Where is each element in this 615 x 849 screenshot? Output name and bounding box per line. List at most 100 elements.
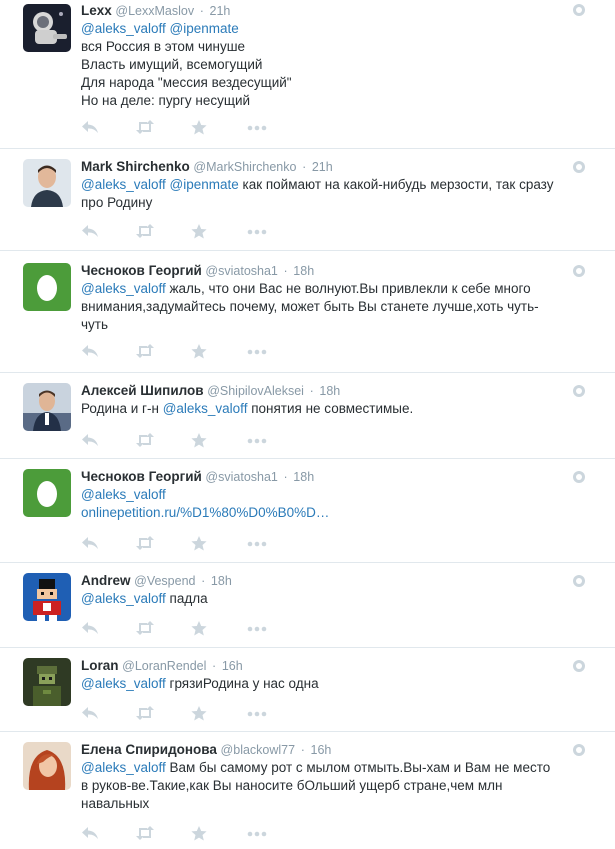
dismiss-icon[interactable] (573, 575, 585, 587)
separator: · (283, 264, 288, 278)
tweet[interactable]: Lexx @LexxMaslov · 21h @aleks_valoff @ip… (0, 0, 615, 149)
author-handle[interactable]: @ShipilovAleksei (207, 384, 304, 398)
text-line: чуть (81, 317, 108, 332)
author-handle[interactable]: @sviatosha1 (205, 264, 277, 278)
text-line: Для народа "мессия вездесущий" (81, 75, 292, 90)
avatar[interactable] (23, 469, 71, 517)
mention[interactable]: @aleks_valoff @ipenmate (81, 177, 239, 192)
favorite-icon[interactable] (191, 826, 211, 842)
avatar[interactable] (23, 742, 71, 790)
dismiss-icon[interactable] (573, 4, 585, 16)
avatar[interactable] (23, 658, 71, 706)
timestamp[interactable]: 16h (222, 659, 243, 673)
reply-icon[interactable] (81, 344, 101, 360)
reply-icon[interactable] (81, 826, 101, 842)
avatar[interactable] (23, 263, 71, 311)
timestamp[interactable]: 18h (293, 470, 314, 484)
reply-icon[interactable] (81, 706, 101, 722)
favorite-icon[interactable] (191, 120, 211, 136)
favorite-icon[interactable] (191, 536, 211, 552)
text-inline: падла (165, 591, 208, 606)
retweet-icon[interactable] (135, 224, 155, 240)
dismiss-icon[interactable] (573, 471, 585, 483)
timestamp[interactable]: 21h (210, 4, 231, 18)
dismiss-icon[interactable] (573, 265, 585, 277)
retweet-icon[interactable] (135, 344, 155, 360)
tweet[interactable]: Елена Спиридонова @blackowl77 · 16h @ale… (0, 732, 615, 849)
mention[interactable]: @aleks_valoff @ipenmate (81, 21, 239, 36)
author-handle[interactable]: @Vespend (134, 574, 195, 588)
retweet-icon[interactable] (135, 706, 155, 722)
text-line: внимания,задумайтесь почему, может быть … (81, 299, 539, 314)
more-icon[interactable] (247, 826, 267, 842)
timestamp[interactable]: 21h (312, 160, 333, 174)
tweet[interactable]: Чесноков Георгий @sviatosha1 · 18h @alek… (0, 459, 615, 563)
favorite-icon[interactable] (191, 344, 211, 360)
author-handle[interactable]: @MarkShirchenko (193, 160, 296, 174)
timestamp[interactable]: 16h (311, 743, 332, 757)
author-name[interactable]: Andrew (81, 573, 131, 588)
timestamp[interactable]: 18h (293, 264, 314, 278)
text-line: про Родину (81, 195, 153, 210)
retweet-icon[interactable] (135, 433, 155, 449)
tweet[interactable]: Чесноков Георгий @sviatosha1 · 18h @alek… (0, 251, 615, 373)
tweet-text: @aleks_valoff @ipenmate как поймают на к… (81, 176, 585, 212)
mention[interactable]: @aleks_valoff (81, 760, 166, 775)
tweet[interactable]: Loran @LoranRendel · 16h @aleks_valoff г… (0, 648, 615, 732)
reply-icon[interactable] (81, 621, 101, 637)
author-name[interactable]: Lexx (81, 3, 112, 18)
mention[interactable]: @aleks_valoff (81, 676, 166, 691)
tweet[interactable]: Mark Shirchenko @MarkShirchenko · 21h @a… (0, 149, 615, 251)
more-icon[interactable] (247, 706, 267, 722)
retweet-icon[interactable] (135, 120, 155, 136)
dismiss-icon[interactable] (573, 660, 585, 672)
more-icon[interactable] (247, 344, 267, 360)
author-handle[interactable]: @LexxMaslov (115, 4, 194, 18)
mention[interactable]: @aleks_valoff (81, 487, 166, 502)
text-line: Но на деле: пургу несущий (81, 93, 251, 108)
author-handle[interactable]: @sviatosha1 (205, 470, 277, 484)
author-name[interactable]: Mark Shirchenko (81, 159, 190, 174)
mention[interactable]: @aleks_valoff (81, 281, 166, 296)
favorite-icon[interactable] (191, 224, 211, 240)
tweet[interactable]: Алексей Шипилов @ShipilovAleksei · 18h Р… (0, 373, 615, 459)
author-name[interactable]: Елена Спиридонова (81, 742, 217, 757)
tweet-text: @aleks_valoff Вам бы самому рот с мылом … (81, 759, 585, 813)
retweet-icon[interactable] (135, 536, 155, 552)
avatar[interactable] (23, 383, 71, 431)
favorite-icon[interactable] (191, 433, 211, 449)
reply-icon[interactable] (81, 433, 101, 449)
more-icon[interactable] (247, 224, 267, 240)
text-inline: как поймают на какой-нибудь мерзости, та… (238, 177, 554, 192)
timestamp[interactable]: 18h (211, 574, 232, 588)
more-icon[interactable] (247, 120, 267, 136)
avatar[interactable] (23, 159, 71, 207)
favorite-icon[interactable] (191, 621, 211, 637)
more-icon[interactable] (247, 433, 267, 449)
avatar[interactable] (23, 4, 71, 52)
mention[interactable]: @aleks_valoff (81, 591, 166, 606)
author-name[interactable]: Loran (81, 658, 119, 673)
timestamp[interactable]: 18h (319, 384, 340, 398)
author-name[interactable]: Алексей Шипилов (81, 383, 204, 398)
tweet[interactable]: Andrew @Vespend · 18h @aleks_valoff падл… (0, 563, 615, 648)
retweet-icon[interactable] (135, 621, 155, 637)
favorite-icon[interactable] (191, 706, 211, 722)
author-name[interactable]: Чесноков Георгий (81, 263, 202, 278)
dismiss-icon[interactable] (573, 744, 585, 756)
more-icon[interactable] (247, 536, 267, 552)
author-name[interactable]: Чесноков Георгий (81, 469, 202, 484)
reply-icon[interactable] (81, 536, 101, 552)
more-icon[interactable] (247, 621, 267, 637)
dismiss-icon[interactable] (573, 161, 585, 173)
text-line: навальных (81, 796, 150, 811)
reply-icon[interactable] (81, 120, 101, 136)
retweet-icon[interactable] (135, 826, 155, 842)
author-handle[interactable]: @blackowl77 (221, 743, 296, 757)
mention[interactable]: @aleks_valoff (163, 401, 248, 416)
author-handle[interactable]: @LoranRendel (122, 659, 206, 673)
dismiss-icon[interactable] (573, 385, 585, 397)
tweet-link[interactable]: onlinepetition.ru/%D1%80%D0%B0%D… (81, 505, 329, 520)
reply-icon[interactable] (81, 224, 101, 240)
avatar[interactable] (23, 573, 71, 621)
